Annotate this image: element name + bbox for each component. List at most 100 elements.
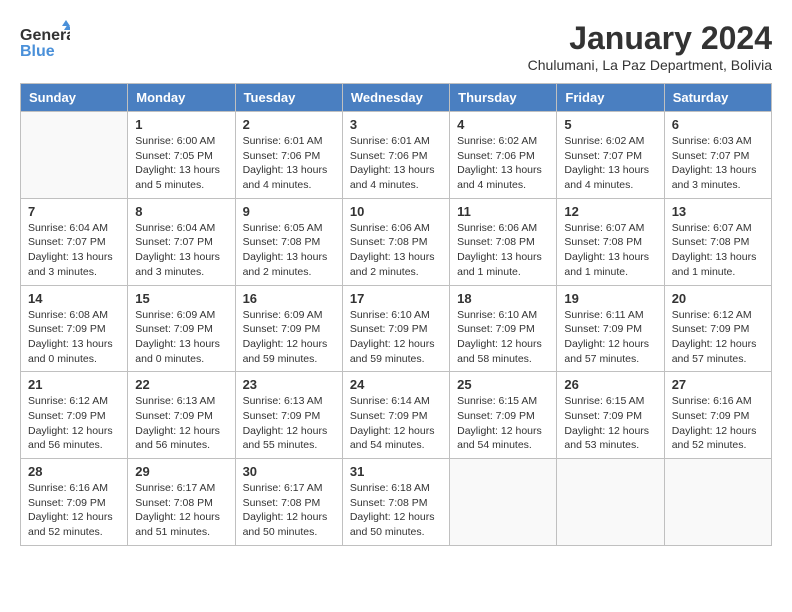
day-cell: 28 Sunrise: 6:16 AMSunset: 7:09 PMDayligh… (21, 459, 128, 546)
day-number: 2 (243, 117, 335, 132)
day-info: Sunrise: 6:06 AMSunset: 7:08 PMDaylight:… (457, 221, 549, 280)
day-info: Sunrise: 6:06 AMSunset: 7:08 PMDaylight:… (350, 221, 442, 280)
day-cell: 11 Sunrise: 6:06 AMSunset: 7:08 PMDayligh… (450, 198, 557, 285)
day-info: Sunrise: 6:17 AMSunset: 7:08 PMDaylight:… (243, 481, 335, 540)
day-info: Sunrise: 6:13 AMSunset: 7:09 PMDaylight:… (243, 394, 335, 453)
day-cell: 7 Sunrise: 6:04 AMSunset: 7:07 PMDaylight… (21, 198, 128, 285)
day-number: 17 (350, 291, 442, 306)
day-info: Sunrise: 6:04 AMSunset: 7:07 PMDaylight:… (28, 221, 120, 280)
day-info: Sunrise: 6:07 AMSunset: 7:08 PMDaylight:… (564, 221, 656, 280)
day-info: Sunrise: 6:03 AMSunset: 7:07 PMDaylight:… (672, 134, 764, 193)
day-info: Sunrise: 6:07 AMSunset: 7:08 PMDaylight:… (672, 221, 764, 280)
month-title: January 2024 (528, 20, 772, 57)
day-cell: 4Sunrise: 6:02 AMSunset: 7:06 PMDaylight… (450, 112, 557, 199)
week-row-0: 1 Sunrise: 6:00 AMSunset: 7:05 PMDaylight… (21, 112, 772, 199)
weekday-wednesday: Wednesday (342, 84, 449, 112)
day-number: 5 (564, 117, 656, 132)
title-block: January 2024 Chulumani, La Paz Departmen… (528, 20, 772, 73)
day-cell: 17 Sunrise: 6:10 AMSunset: 7:09 PMDayligh… (342, 285, 449, 372)
day-number: 14 (28, 291, 120, 306)
day-info: Sunrise: 6:17 AMSunset: 7:08 PMDaylight:… (135, 481, 227, 540)
day-cell (450, 459, 557, 546)
day-info: Sunrise: 6:15 AMSunset: 7:09 PMDaylight:… (564, 394, 656, 453)
location: Chulumani, La Paz Department, Bolivia (528, 57, 772, 73)
day-cell: 23 Sunrise: 6:13 AMSunset: 7:09 PMDayligh… (235, 372, 342, 459)
day-number: 1 (135, 117, 227, 132)
day-cell: 14 Sunrise: 6:08 AMSunset: 7:09 PMDayligh… (21, 285, 128, 372)
day-info: Sunrise: 6:13 AMSunset: 7:09 PMDaylight:… (135, 394, 227, 453)
day-cell (664, 459, 771, 546)
week-row-4: 28 Sunrise: 6:16 AMSunset: 7:09 PMDayligh… (21, 459, 772, 546)
day-number: 19 (564, 291, 656, 306)
day-cell (21, 112, 128, 199)
day-info: Sunrise: 6:10 AMSunset: 7:09 PMDaylight:… (350, 308, 442, 367)
day-info: Sunrise: 6:12 AMSunset: 7:09 PMDaylight:… (672, 308, 764, 367)
day-number: 12 (564, 204, 656, 219)
day-info: Sunrise: 6:15 AMSunset: 7:09 PMDaylight:… (457, 394, 549, 453)
day-cell: 6 Sunrise: 6:03 AMSunset: 7:07 PMDaylight… (664, 112, 771, 199)
weekday-thursday: Thursday (450, 84, 557, 112)
day-number: 15 (135, 291, 227, 306)
day-cell: 31Sunrise: 6:18 AMSunset: 7:08 PMDayligh… (342, 459, 449, 546)
week-row-3: 21 Sunrise: 6:12 AMSunset: 7:09 PMDayligh… (21, 372, 772, 459)
day-info: Sunrise: 6:12 AMSunset: 7:09 PMDaylight:… (28, 394, 120, 453)
day-cell: 27 Sunrise: 6:16 AMSunset: 7:09 PMDayligh… (664, 372, 771, 459)
day-number: 21 (28, 377, 120, 392)
day-cell: 15 Sunrise: 6:09 AMSunset: 7:09 PMDayligh… (128, 285, 235, 372)
day-number: 18 (457, 291, 549, 306)
day-info: Sunrise: 6:09 AMSunset: 7:09 PMDaylight:… (135, 308, 227, 367)
day-cell: 26Sunrise: 6:15 AMSunset: 7:09 PMDayligh… (557, 372, 664, 459)
day-cell: 16 Sunrise: 6:09 AMSunset: 7:09 PMDayligh… (235, 285, 342, 372)
day-cell: 12 Sunrise: 6:07 AMSunset: 7:08 PMDayligh… (557, 198, 664, 285)
day-cell: 21 Sunrise: 6:12 AMSunset: 7:09 PMDayligh… (21, 372, 128, 459)
day-info: Sunrise: 6:04 AMSunset: 7:07 PMDaylight:… (135, 221, 227, 280)
day-cell: 20 Sunrise: 6:12 AMSunset: 7:09 PMDayligh… (664, 285, 771, 372)
day-cell: 30 Sunrise: 6:17 AMSunset: 7:08 PMDayligh… (235, 459, 342, 546)
logo-icon: General Blue (20, 20, 70, 65)
day-cell (557, 459, 664, 546)
day-number: 20 (672, 291, 764, 306)
day-number: 8 (135, 204, 227, 219)
day-number: 7 (28, 204, 120, 219)
day-cell: 24Sunrise: 6:14 AMSunset: 7:09 PMDayligh… (342, 372, 449, 459)
day-number: 22 (135, 377, 227, 392)
day-info: Sunrise: 6:09 AMSunset: 7:09 PMDaylight:… (243, 308, 335, 367)
day-number: 13 (672, 204, 764, 219)
logo: General Blue (20, 20, 70, 70)
day-number: 27 (672, 377, 764, 392)
day-number: 11 (457, 204, 549, 219)
day-cell: 5Sunrise: 6:02 AMSunset: 7:07 PMDaylight… (557, 112, 664, 199)
calendar-body: 1 Sunrise: 6:00 AMSunset: 7:05 PMDaylight… (21, 112, 772, 546)
day-info: Sunrise: 6:11 AMSunset: 7:09 PMDaylight:… (564, 308, 656, 367)
weekday-tuesday: Tuesday (235, 84, 342, 112)
page-header: General Blue January 2024 Chulumani, La … (20, 20, 772, 73)
day-cell: 18Sunrise: 6:10 AMSunset: 7:09 PMDayligh… (450, 285, 557, 372)
day-number: 29 (135, 464, 227, 479)
day-cell: 13 Sunrise: 6:07 AMSunset: 7:08 PMDayligh… (664, 198, 771, 285)
day-info: Sunrise: 6:00 AMSunset: 7:05 PMDaylight:… (135, 134, 227, 193)
calendar-table: SundayMondayTuesdayWednesdayThursdayFrid… (20, 83, 772, 546)
day-number: 24 (350, 377, 442, 392)
day-number: 28 (28, 464, 120, 479)
day-cell: 25Sunrise: 6:15 AMSunset: 7:09 PMDayligh… (450, 372, 557, 459)
day-number: 16 (243, 291, 335, 306)
weekday-monday: Monday (128, 84, 235, 112)
day-number: 6 (672, 117, 764, 132)
day-number: 23 (243, 377, 335, 392)
day-cell: 3 Sunrise: 6:01 AMSunset: 7:06 PMDaylight… (342, 112, 449, 199)
day-info: Sunrise: 6:18 AMSunset: 7:08 PMDaylight:… (350, 481, 442, 540)
day-info: Sunrise: 6:01 AMSunset: 7:06 PMDaylight:… (350, 134, 442, 193)
day-number: 3 (350, 117, 442, 132)
day-info: Sunrise: 6:16 AMSunset: 7:09 PMDaylight:… (672, 394, 764, 453)
weekday-sunday: Sunday (21, 84, 128, 112)
day-cell: 19 Sunrise: 6:11 AMSunset: 7:09 PMDayligh… (557, 285, 664, 372)
day-info: Sunrise: 6:01 AMSunset: 7:06 PMDaylight:… (243, 134, 335, 193)
day-info: Sunrise: 6:05 AMSunset: 7:08 PMDaylight:… (243, 221, 335, 280)
day-cell: 22 Sunrise: 6:13 AMSunset: 7:09 PMDayligh… (128, 372, 235, 459)
day-info: Sunrise: 6:16 AMSunset: 7:09 PMDaylight:… (28, 481, 120, 540)
day-info: Sunrise: 6:02 AMSunset: 7:06 PMDaylight:… (457, 134, 549, 193)
day-number: 9 (243, 204, 335, 219)
day-number: 30 (243, 464, 335, 479)
weekday-saturday: Saturday (664, 84, 771, 112)
day-info: Sunrise: 6:08 AMSunset: 7:09 PMDaylight:… (28, 308, 120, 367)
